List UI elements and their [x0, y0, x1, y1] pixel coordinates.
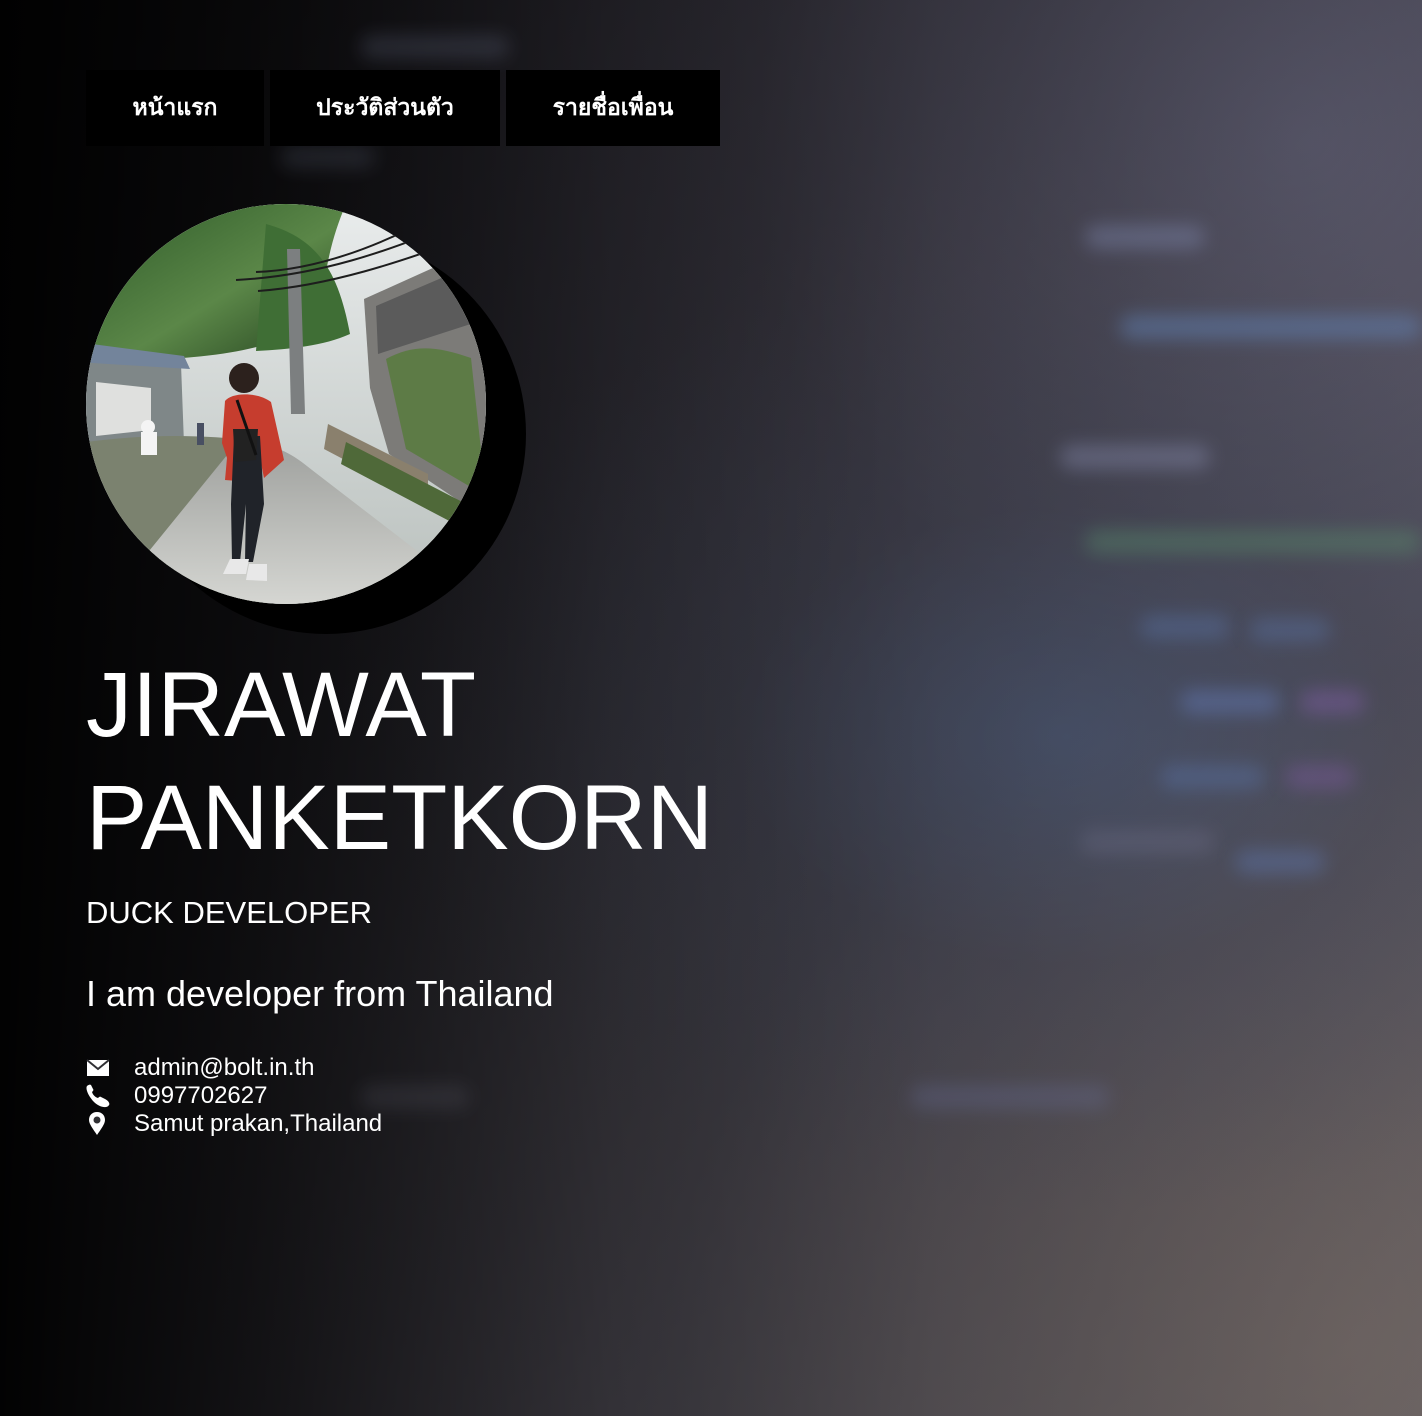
contact-phone-row: 0997702627	[86, 1082, 382, 1110]
profile-role: DUCK DEVELOPER	[86, 895, 372, 930]
profile-first-name: JIRAWAT	[86, 654, 477, 756]
main-navigation: หน้าแรก ประวัติส่วนตัว รายชื่อเพื่อน	[86, 70, 720, 146]
location-pin-icon	[86, 1110, 134, 1138]
envelope-icon	[86, 1054, 134, 1082]
phone-text: 0997702627	[134, 1082, 268, 1109]
contact-email-row: admin@bolt.in.th	[86, 1054, 382, 1082]
location-text: Samut prakan,Thailand	[134, 1110, 383, 1137]
profile-photo-illustration	[86, 204, 486, 604]
nav-profile-button[interactable]: ประวัติส่วนตัว	[270, 70, 500, 146]
email-text: admin@bolt.in.th	[134, 1054, 315, 1081]
profile-last-name: PANKETKORN	[86, 767, 714, 869]
profile-avatar-area	[86, 204, 526, 634]
contact-list: admin@bolt.in.th 0997702627 Samut prakan…	[86, 1054, 382, 1138]
profile-intro: I am developer from Thailand	[86, 973, 554, 1014]
nav-friends-button[interactable]: รายชื่อเพื่อน	[506, 70, 720, 146]
nav-home-button[interactable]: หน้าแรก	[86, 70, 264, 146]
profile-photo	[86, 204, 486, 604]
profile-name: JIRAWAT PANKETKORN	[86, 649, 746, 875]
contact-location-row: Samut prakan,Thailand	[86, 1110, 382, 1138]
phone-icon	[86, 1082, 134, 1110]
